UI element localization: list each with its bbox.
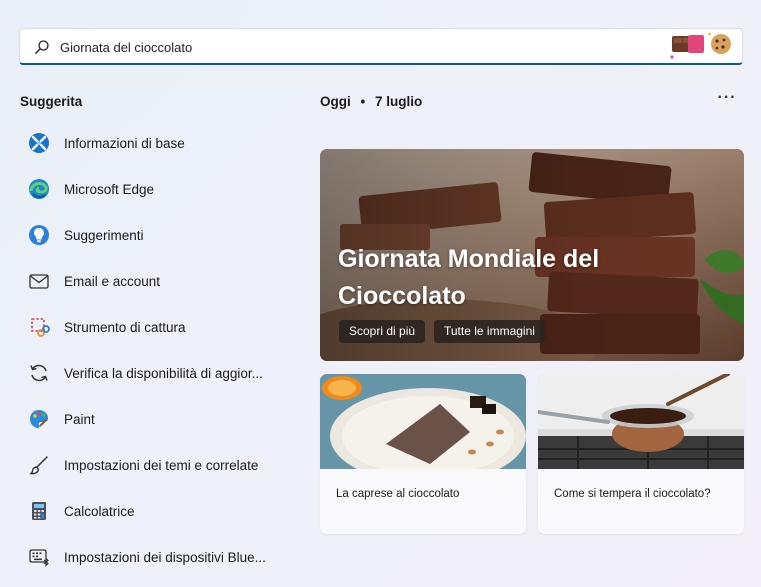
suggested-item-label: Microsoft Edge [64,182,155,197]
suggested-item-suggerimenti[interactable]: Suggerimenti [20,216,290,254]
search-icon [35,40,49,54]
card-temperare[interactable]: Come si tempera il cioccolato? [538,374,744,534]
suggested-item-informazioni[interactable]: Informazioni di base [20,124,290,162]
suggested-item-paint[interactable]: Paint [20,400,290,438]
suggested-item-label: Suggerimenti [64,228,144,243]
suggested-item-aggiornamenti[interactable]: Verifica la disponibilità di aggior... [20,354,290,392]
chocolate-doodle-icon [670,32,731,59]
suggested-item-email[interactable]: Email e account [20,262,290,300]
suggested-item-label: Strumento di cattura [64,320,186,335]
search-input[interactable]: Giornata del cioccolato [60,40,192,55]
mail-icon [29,274,49,289]
info-icon [29,133,49,153]
suggested-item-label: Verifica la disponibilità di aggior... [64,366,263,381]
hero-title: Giornata Mondiale del Cioccolato [338,245,600,310]
suggested-item-label: Calcolatrice [64,504,135,519]
refresh-icon [30,364,48,382]
suggested-title: Suggerita [20,94,83,109]
tips-icon [29,225,49,245]
today-header: Oggi • 7 luglio [320,94,423,109]
bluetooth-keyboard-icon [29,549,49,567]
suggested-item-label: Impostazioni dei temi e correlate [64,458,259,473]
suggested-item-calcolatrice[interactable]: Calcolatrice [20,492,290,530]
card-caption: La caprese al cioccolato [336,488,460,500]
edge-icon [29,179,49,199]
suggested-item-label: Impostazioni dei dispositivi Blue... [64,550,266,565]
search-box[interactable]: Giornata del cioccolato [19,28,743,65]
suggested-item-label: Email e account [64,274,161,289]
suggested-item-edge[interactable]: Microsoft Edge [20,170,290,208]
suggested-item-temi[interactable]: Impostazioni dei temi e correlate [20,446,290,484]
learn-more-button[interactable]: Scopri di più [339,320,426,343]
suggested-item-label: Paint [64,412,95,427]
card-caprese[interactable]: La caprese al cioccolato [320,374,526,534]
suggested-item-cattura[interactable]: Strumento di cattura [20,308,290,346]
calculator-icon [32,502,46,520]
suggested-item-label: Informazioni di base [64,136,185,151]
paint-icon [30,410,48,428]
today-label: Oggi [320,94,351,109]
chocolate-cake-image [320,374,526,469]
brush-icon [29,456,48,475]
suggested-item-bluetooth[interactable]: Impostazioni dei dispositivi Blue... [20,538,290,576]
hero-card[interactable]: Giornata Mondiale del Cioccolato Scopri … [320,149,744,361]
today-date: 7 luglio [375,94,423,109]
card-caption: Come si tempera il cioccolato? [554,488,711,500]
all-images-button[interactable]: Tutte le immagini [434,320,545,343]
tempering-chocolate-image [538,374,744,469]
snipping-icon [31,318,50,337]
more-options-button[interactable]: ··· [706,89,748,111]
